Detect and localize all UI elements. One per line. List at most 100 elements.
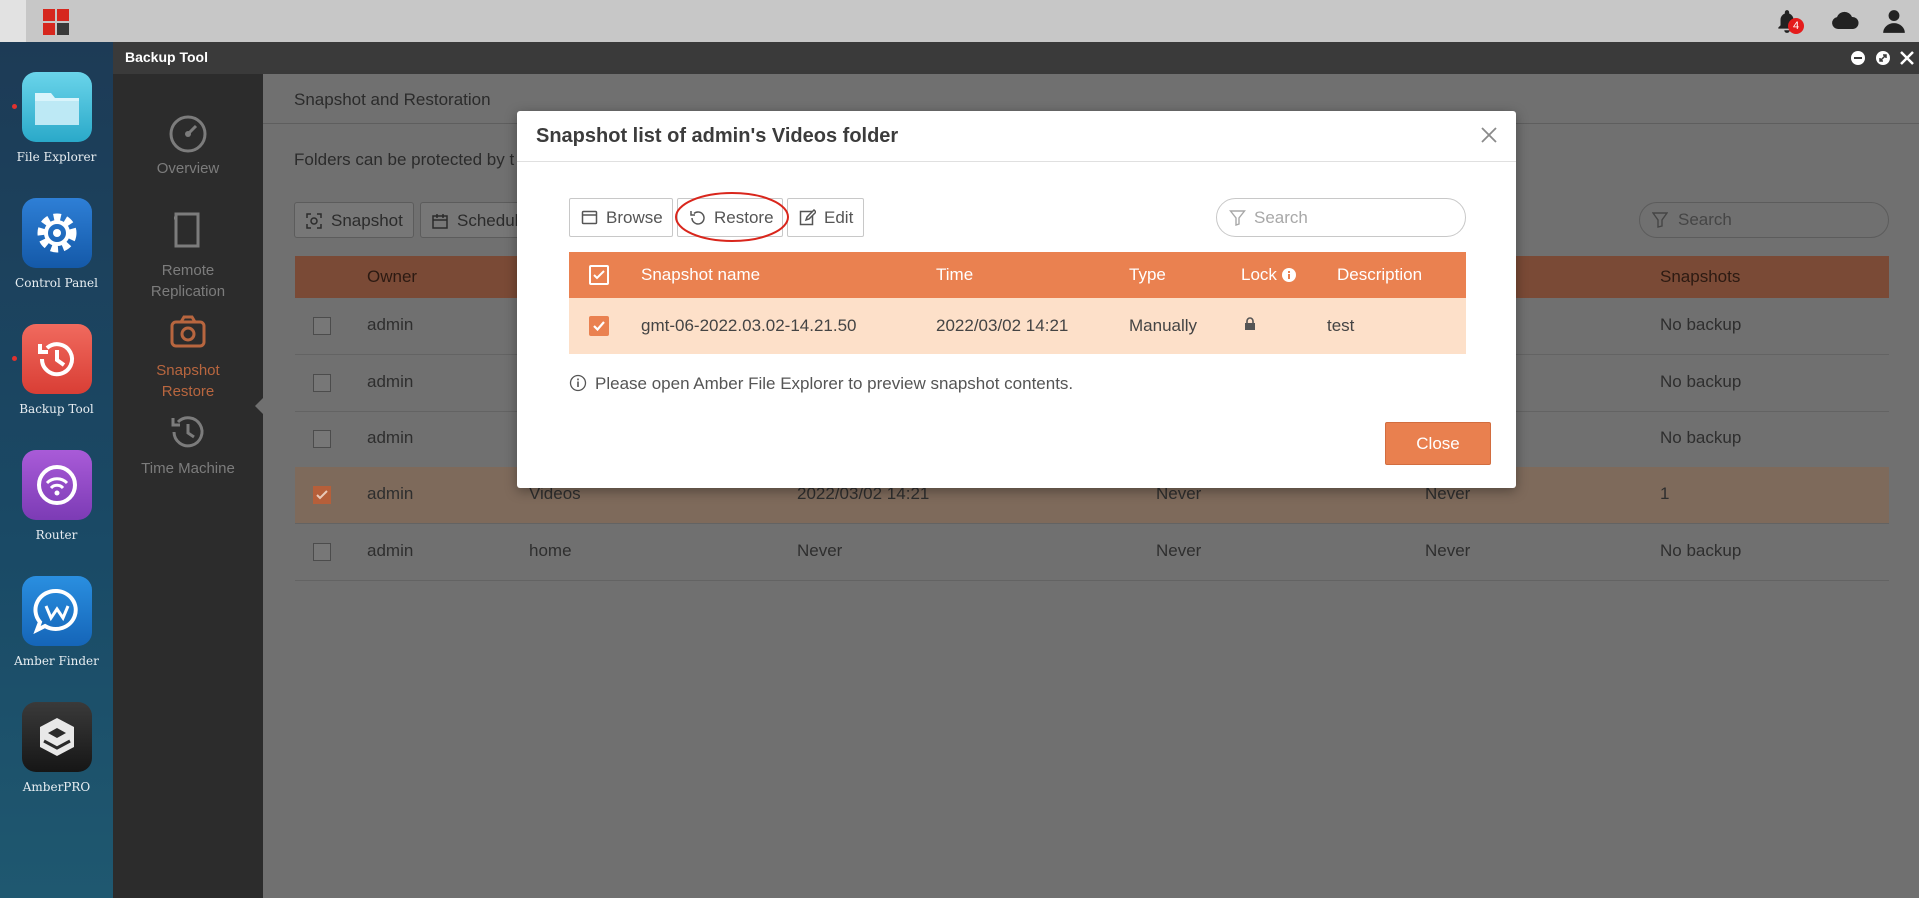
edit-button[interactable]: Edit — [787, 198, 864, 237]
column-snapshots: Snapshots — [1660, 267, 1741, 286]
sidebar-item-label: Remote Replication — [150, 262, 226, 300]
sidebar-item-time-machine[interactable]: Time Machine — [113, 410, 263, 477]
table-row-selected[interactable]: gmt-06-2022.03.02-14.21.50 2022/03/02 14… — [569, 298, 1466, 354]
snapshots-cell: No backup — [1660, 315, 1742, 334]
search-placeholder: Search — [1678, 210, 1732, 229]
dialog-title: Snapshot list of admin's Videos folder — [536, 125, 899, 147]
description-cell: test — [1327, 316, 1355, 335]
close-icon[interactable] — [1479, 125, 1499, 145]
snapshot-name-cell: gmt-06-2022.03.02-14.21.50 — [641, 316, 857, 335]
filter-icon — [1652, 212, 1668, 228]
info-message: Please open Amber File Explorer to previ… — [569, 374, 1073, 394]
folder-cell: home — [529, 541, 572, 560]
type-cell: Manually — [1129, 316, 1198, 335]
time-cell: 2022/03/02 14:21 — [936, 316, 1069, 335]
dock-label: File Explorer — [16, 150, 97, 164]
check-icon — [593, 270, 605, 280]
check-icon — [316, 490, 328, 500]
owner-cell: admin — [367, 541, 414, 560]
window-title: Backup Tool — [125, 49, 208, 65]
sidebar-item-remote-replication[interactable]: Remote Replication — [113, 210, 263, 302]
dock-label: Control Panel — [15, 276, 98, 290]
lock-icon — [1245, 317, 1255, 330]
schedule-button[interactable]: Schedule — [420, 202, 530, 238]
page-description: Folders can be protected by t — [294, 150, 515, 169]
row-checkbox[interactable] — [313, 374, 331, 392]
restore-icon[interactable] — [1875, 50, 1891, 66]
row-checkbox[interactable] — [313, 543, 331, 561]
snapshots-cell: No backup — [1660, 372, 1742, 391]
column-type: Type — [1129, 265, 1166, 284]
column-snapshot-name: Snapshot name — [641, 265, 761, 284]
app-dock: File Explorer Control Panel Backup Tool — [0, 42, 113, 898]
browse-button[interactable]: Browse — [569, 198, 673, 237]
calendar-icon — [432, 214, 448, 229]
sidebar-item-label: Overview — [156, 160, 220, 177]
breadcrumb: Snapshot and Restoration — [294, 90, 491, 109]
dock-label: Backup Tool — [19, 402, 94, 416]
cloud-icon[interactable] — [1830, 8, 1860, 34]
search-placeholder: Search — [1254, 208, 1308, 227]
schedule-cell: Never — [1156, 541, 1202, 560]
owner-cell: admin — [367, 372, 414, 391]
snapshots-cell: No backup — [1660, 428, 1742, 447]
next-cell: Never — [1425, 541, 1471, 560]
dock-item-backup-tool[interactable]: Backup Tool — [0, 324, 113, 416]
column-owner: Owner — [367, 267, 418, 286]
column-description: Description — [1337, 265, 1423, 284]
dock-item-control-panel[interactable]: Control Panel — [0, 198, 113, 290]
folder-icon — [21, 72, 92, 142]
select-all-checkbox[interactable] — [589, 265, 609, 285]
wifi-icon — [21, 450, 92, 520]
check-icon — [593, 321, 605, 332]
history-icon — [171, 416, 204, 448]
edit-icon — [799, 209, 816, 226]
row-checkbox-checked[interactable] — [589, 316, 609, 336]
dock-item-file-explorer[interactable]: File Explorer — [0, 72, 113, 164]
sidebar-item-label: Snapshot Restore — [156, 362, 220, 400]
snapshot-button[interactable]: Snapshot — [294, 202, 414, 238]
search-input-background[interactable]: Search — [1639, 202, 1889, 238]
app-grid-logo[interactable] — [43, 9, 69, 35]
last-snapshot-cell: Never — [797, 541, 843, 560]
row-checkbox[interactable] — [313, 317, 331, 335]
row-checkbox[interactable] — [313, 430, 331, 448]
info-text: Please open Amber File Explorer to previ… — [595, 374, 1074, 393]
minimize-icon[interactable] — [1850, 50, 1866, 66]
close-icon[interactable] — [1899, 50, 1915, 66]
column-lock: Lock — [1241, 265, 1277, 284]
dock-label: Router — [35, 528, 78, 542]
dock-label: AmberPRO — [22, 780, 91, 794]
table-row[interactable]: admin home Never Never Never No backup — [295, 524, 1889, 581]
search-input[interactable]: Search — [1216, 198, 1466, 237]
snapshots-cell: No backup — [1660, 541, 1742, 560]
owner-cell: admin — [367, 428, 414, 447]
browse-label: Browse — [606, 208, 663, 227]
filter-icon — [1229, 210, 1246, 226]
table-header: Snapshot name Time Type Lock Description — [569, 252, 1466, 298]
row-checkbox-checked[interactable] — [313, 486, 331, 504]
sidebar: Overview Remote Replication Snapshot Res… — [113, 74, 263, 898]
gear-icon — [21, 198, 92, 268]
dock-item-amber-finder[interactable]: Amber Finder — [0, 576, 113, 668]
notification-badge: 4 — [1788, 18, 1804, 34]
owner-cell: admin — [367, 315, 414, 334]
close-button[interactable]: Close — [1385, 422, 1491, 465]
snapshot-icon — [306, 213, 322, 229]
user-icon[interactable] — [1881, 8, 1907, 34]
sidebar-item-overview[interactable]: Overview — [113, 110, 263, 177]
column-time: Time — [936, 265, 974, 284]
annotation-circle — [675, 192, 789, 242]
active-indicator — [255, 398, 263, 414]
cube-icon — [21, 702, 92, 772]
chat-w-icon — [21, 576, 92, 646]
window-titlebar[interactable]: Backup Tool — [113, 42, 1919, 74]
dock-item-amberpro[interactable]: AmberPRO — [0, 702, 113, 794]
sidebar-item-snapshot-restore[interactable]: Snapshot Restore — [113, 310, 263, 402]
snapshot-button-label: Snapshot — [331, 211, 403, 230]
info-icon[interactable] — [1282, 268, 1296, 282]
top-bar-edge — [0, 0, 26, 42]
dock-item-router[interactable]: Router — [0, 450, 113, 542]
sidebar-item-label: Time Machine — [141, 460, 235, 477]
snapshot-list-dialog: Snapshot list of admin's Videos folder B… — [517, 111, 1516, 488]
